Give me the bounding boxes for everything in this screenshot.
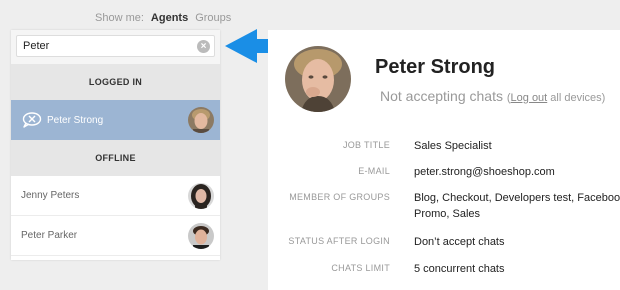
search-box: × [16, 35, 215, 57]
detail-row-groups: MEMBER OF GROUPS Blog, Checkout, Develop… [268, 190, 620, 222]
section-header-offline: OFFLINE [11, 140, 220, 176]
avatar [188, 222, 214, 249]
agent-row-peter-parker[interactable]: Peter Parker [11, 216, 220, 256]
status-text: Not accepting chats [380, 88, 503, 104]
detail-label: MEMBER OF GROUPS [289, 192, 390, 202]
logout-link[interactable]: Log out [511, 92, 548, 104]
filter-agents-link[interactable]: Agents [151, 12, 188, 24]
section-header-logged-in: LOGGED IN [11, 64, 220, 100]
agent-list-panel: × LOGGED IN Peter Strong OFFLINE Jenny P… [11, 30, 220, 260]
agent-profile-panel: Peter Strong Not accepting chats (Log ou… [268, 30, 620, 290]
agent-row-jenny-peters[interactable]: Jenny Peters [11, 176, 220, 216]
availability-status: Not accepting chats (Log out all devices… [380, 88, 605, 104]
agent-row-peter-strong[interactable]: Peter Strong [11, 100, 220, 140]
detail-value: Blog, Checkout, Developers test, Faceboo… [414, 192, 620, 220]
profile-avatar [285, 46, 351, 112]
detail-value: 5 concurrent chats [414, 263, 505, 275]
agent-name: Peter Strong [47, 114, 104, 126]
detail-value: Sales Specialist [414, 140, 492, 152]
detail-value: peter.strong@shoeshop.com [414, 166, 555, 178]
filter-groups-link[interactable]: Groups [195, 12, 231, 24]
detail-label: CHATS LIMIT [331, 263, 390, 273]
agent-name: Peter Parker [21, 230, 78, 241]
detail-row-status-after-login: STATUS AFTER LOGIN Don’t accept chats [268, 234, 620, 250]
agent-name: Jenny Peters [21, 190, 80, 201]
detail-label: JOB TITLE [342, 140, 390, 150]
detail-row-job-title: JOB TITLE Sales Specialist [268, 138, 620, 154]
avatar [188, 182, 214, 209]
show-me-filter: Show me: Agents Groups [95, 12, 231, 24]
profile-name: Peter Strong [375, 56, 496, 78]
clear-search-icon[interactable]: × [197, 40, 210, 53]
detail-label: STATUS AFTER LOGIN [288, 236, 390, 246]
detail-row-chats-limit: CHATS LIMIT 5 concurrent chats [268, 261, 620, 277]
detail-row-email: E-MAIL peter.strong@shoeshop.com [268, 164, 620, 180]
avatar [188, 107, 214, 133]
detail-label: E-MAIL [358, 166, 390, 176]
search-bar: × [11, 30, 220, 64]
detail-value: Don’t accept chats [414, 236, 505, 248]
show-me-label: Show me: [95, 12, 144, 24]
status-note: (Log out all devices) [507, 92, 605, 104]
not-accepting-chats-icon [22, 112, 42, 128]
status-note-close: all devices) [547, 92, 606, 104]
search-input[interactable] [23, 40, 183, 52]
